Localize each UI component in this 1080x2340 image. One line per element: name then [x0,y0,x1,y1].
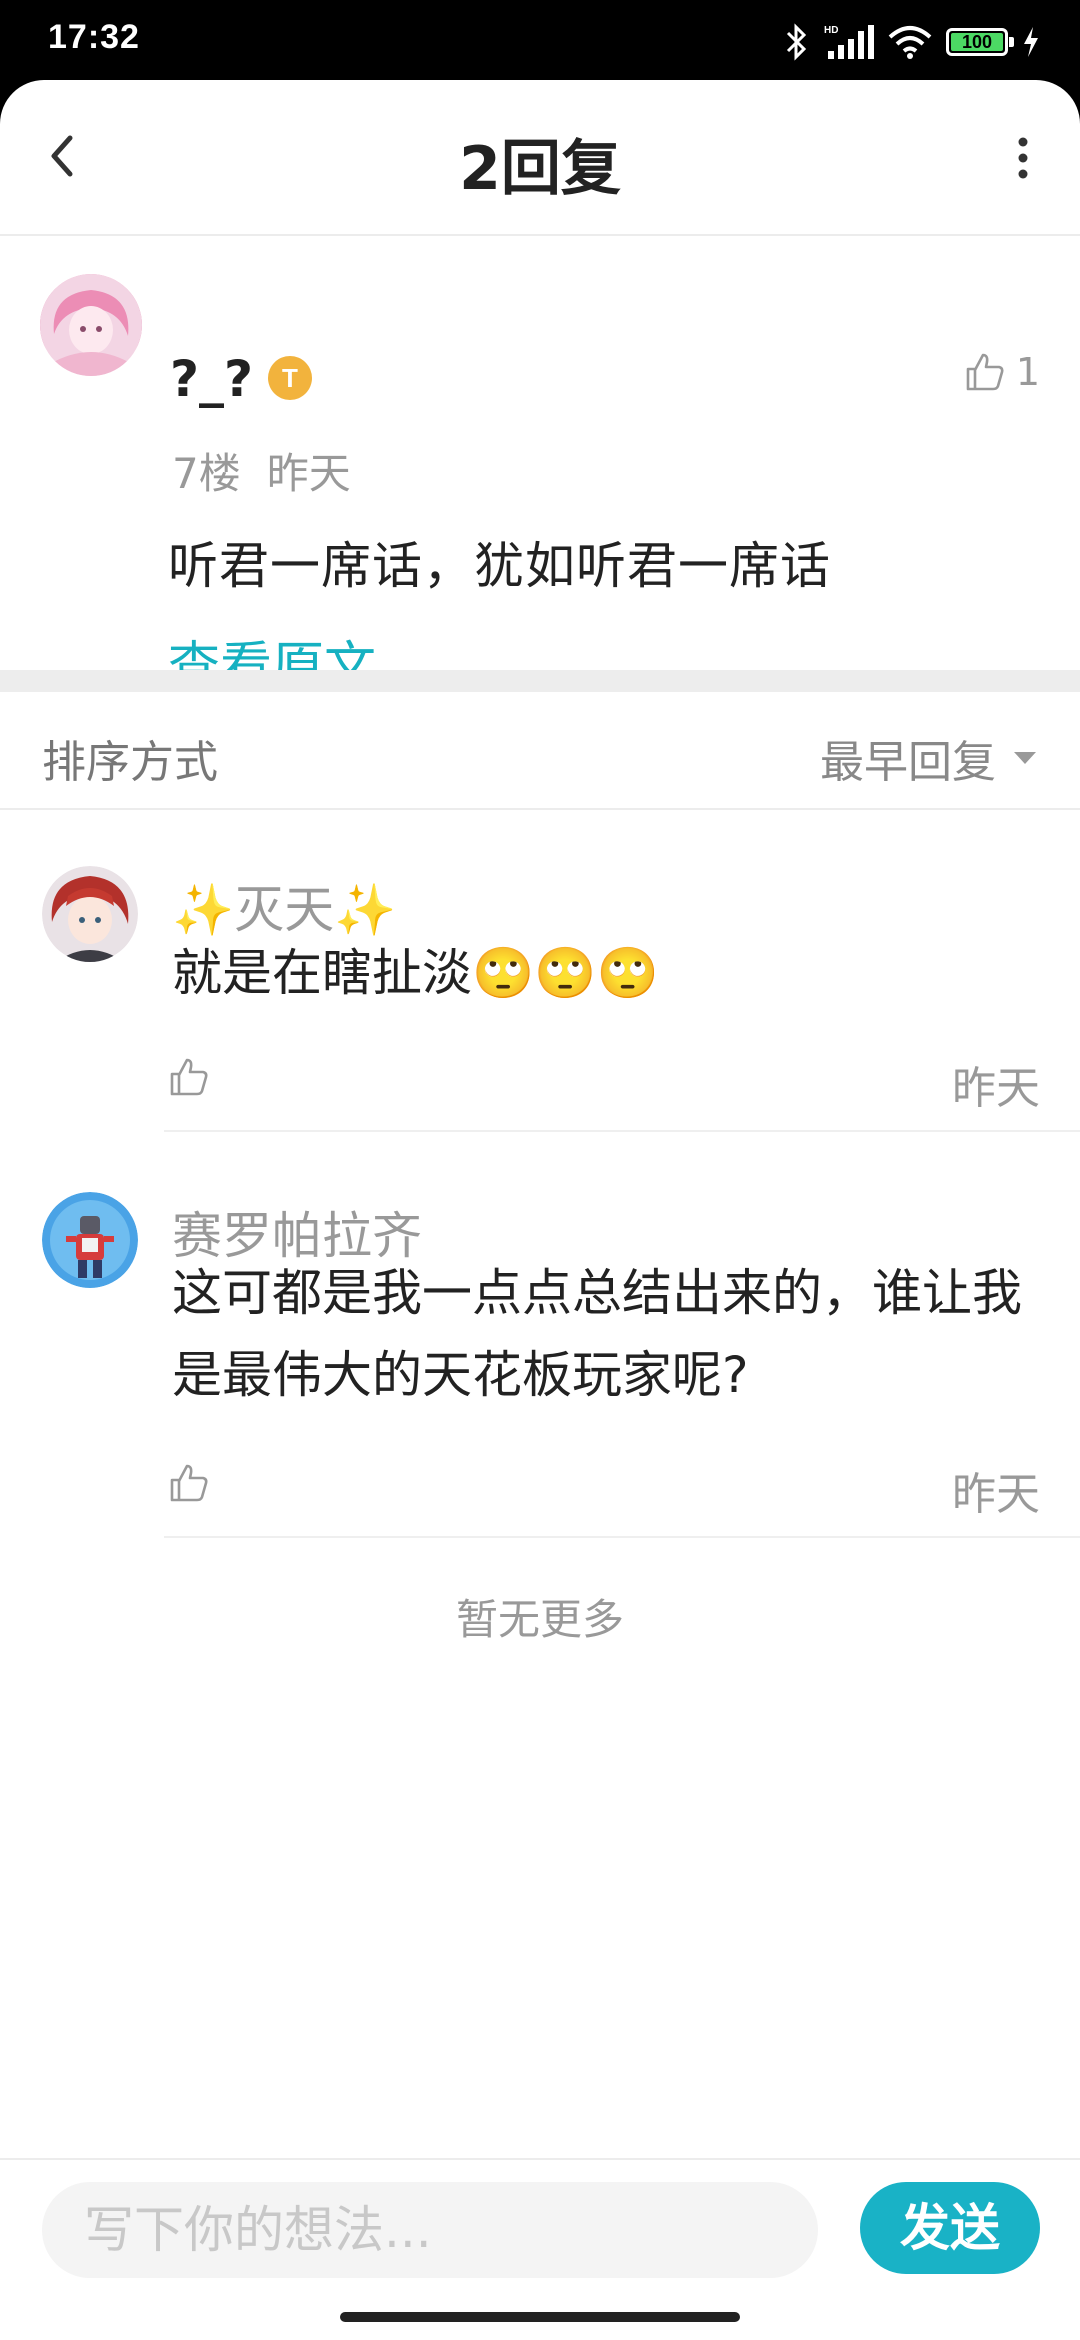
thumb-up-icon [170,1058,208,1096]
post-like-button[interactable]: 1 [964,350,1040,394]
dropdown-arrow-icon [1014,752,1036,764]
status-icons: HD 100 [784,22,1040,62]
post-meta: 7楼 昨天 [172,440,351,501]
charging-icon [1024,27,1038,57]
reply-divider [164,1536,1080,1538]
post-time: 昨天 [266,449,351,498]
reply-like-button[interactable] [168,1462,210,1504]
post-like-count: 1 [1015,350,1040,394]
more-options-button[interactable] [998,128,1048,188]
reply-content: 就是在瞎扯淡🙄🙄🙄 [172,944,659,1002]
sort-bar: 排序方式 最早回复 [0,692,1080,810]
home-indicator[interactable] [340,2312,740,2322]
app-screen: 2回复 ?_? T 1 7楼 昨天 听君一席话，犹如听君一席话 查看原文 排序方式… [0,80,1080,2340]
reply-content: 这可都是我一点点总结出来的，谁让我是最伟大的天花板玩家呢? [172,1264,1022,1404]
floor-number: 7楼 [172,449,241,498]
post-username[interactable]: ?_? [170,350,253,408]
reply-time: 昨天 [952,1063,1040,1114]
reply-time: 昨天 [952,1469,1040,1520]
no-more-text: 暂无更多 [455,1595,624,1644]
sort-label: 排序方式 [42,737,218,788]
send-button[interactable]: 发送 [860,2182,1040,2274]
battery-icon: 100 [946,28,1014,56]
page-title: 2回复 [459,134,621,204]
vertical-dots-icon [1018,137,1028,179]
hero-avatar-icon [42,1192,138,1288]
thumb-up-icon [966,353,1004,391]
section-divider [0,670,1080,692]
reply-avatar[interactable] [42,866,138,962]
avatar[interactable] [40,274,142,376]
signal-icon: HD [824,25,874,59]
level-badge: T [268,356,312,400]
sort-selected-value: 最早回复 [820,737,996,788]
status-time: 17:32 [48,18,140,56]
header-bar: 2回复 [0,80,1080,236]
post-content: 听君一席话，犹如听君一席话 [168,537,831,595]
wifi-icon [888,26,932,59]
reply-divider [164,1130,1080,1132]
thumb-up-icon [170,1464,208,1502]
comment-input[interactable] [42,2182,818,2278]
reply-avatar[interactable] [42,1192,138,1288]
sort-dropdown[interactable]: 最早回复 [820,726,1036,790]
reply-like-button[interactable] [168,1056,210,1098]
svg-text:HD: HD [824,25,838,36]
bluetooth-icon [786,23,807,61]
status-bar: 17:32 HD 100 [0,0,1080,80]
battery-level: 100 [961,31,993,52]
comment-composer: 发送 [0,2158,1080,2300]
red-hair-avatar-icon [42,866,138,962]
anime-girl-avatar-icon [40,274,142,376]
